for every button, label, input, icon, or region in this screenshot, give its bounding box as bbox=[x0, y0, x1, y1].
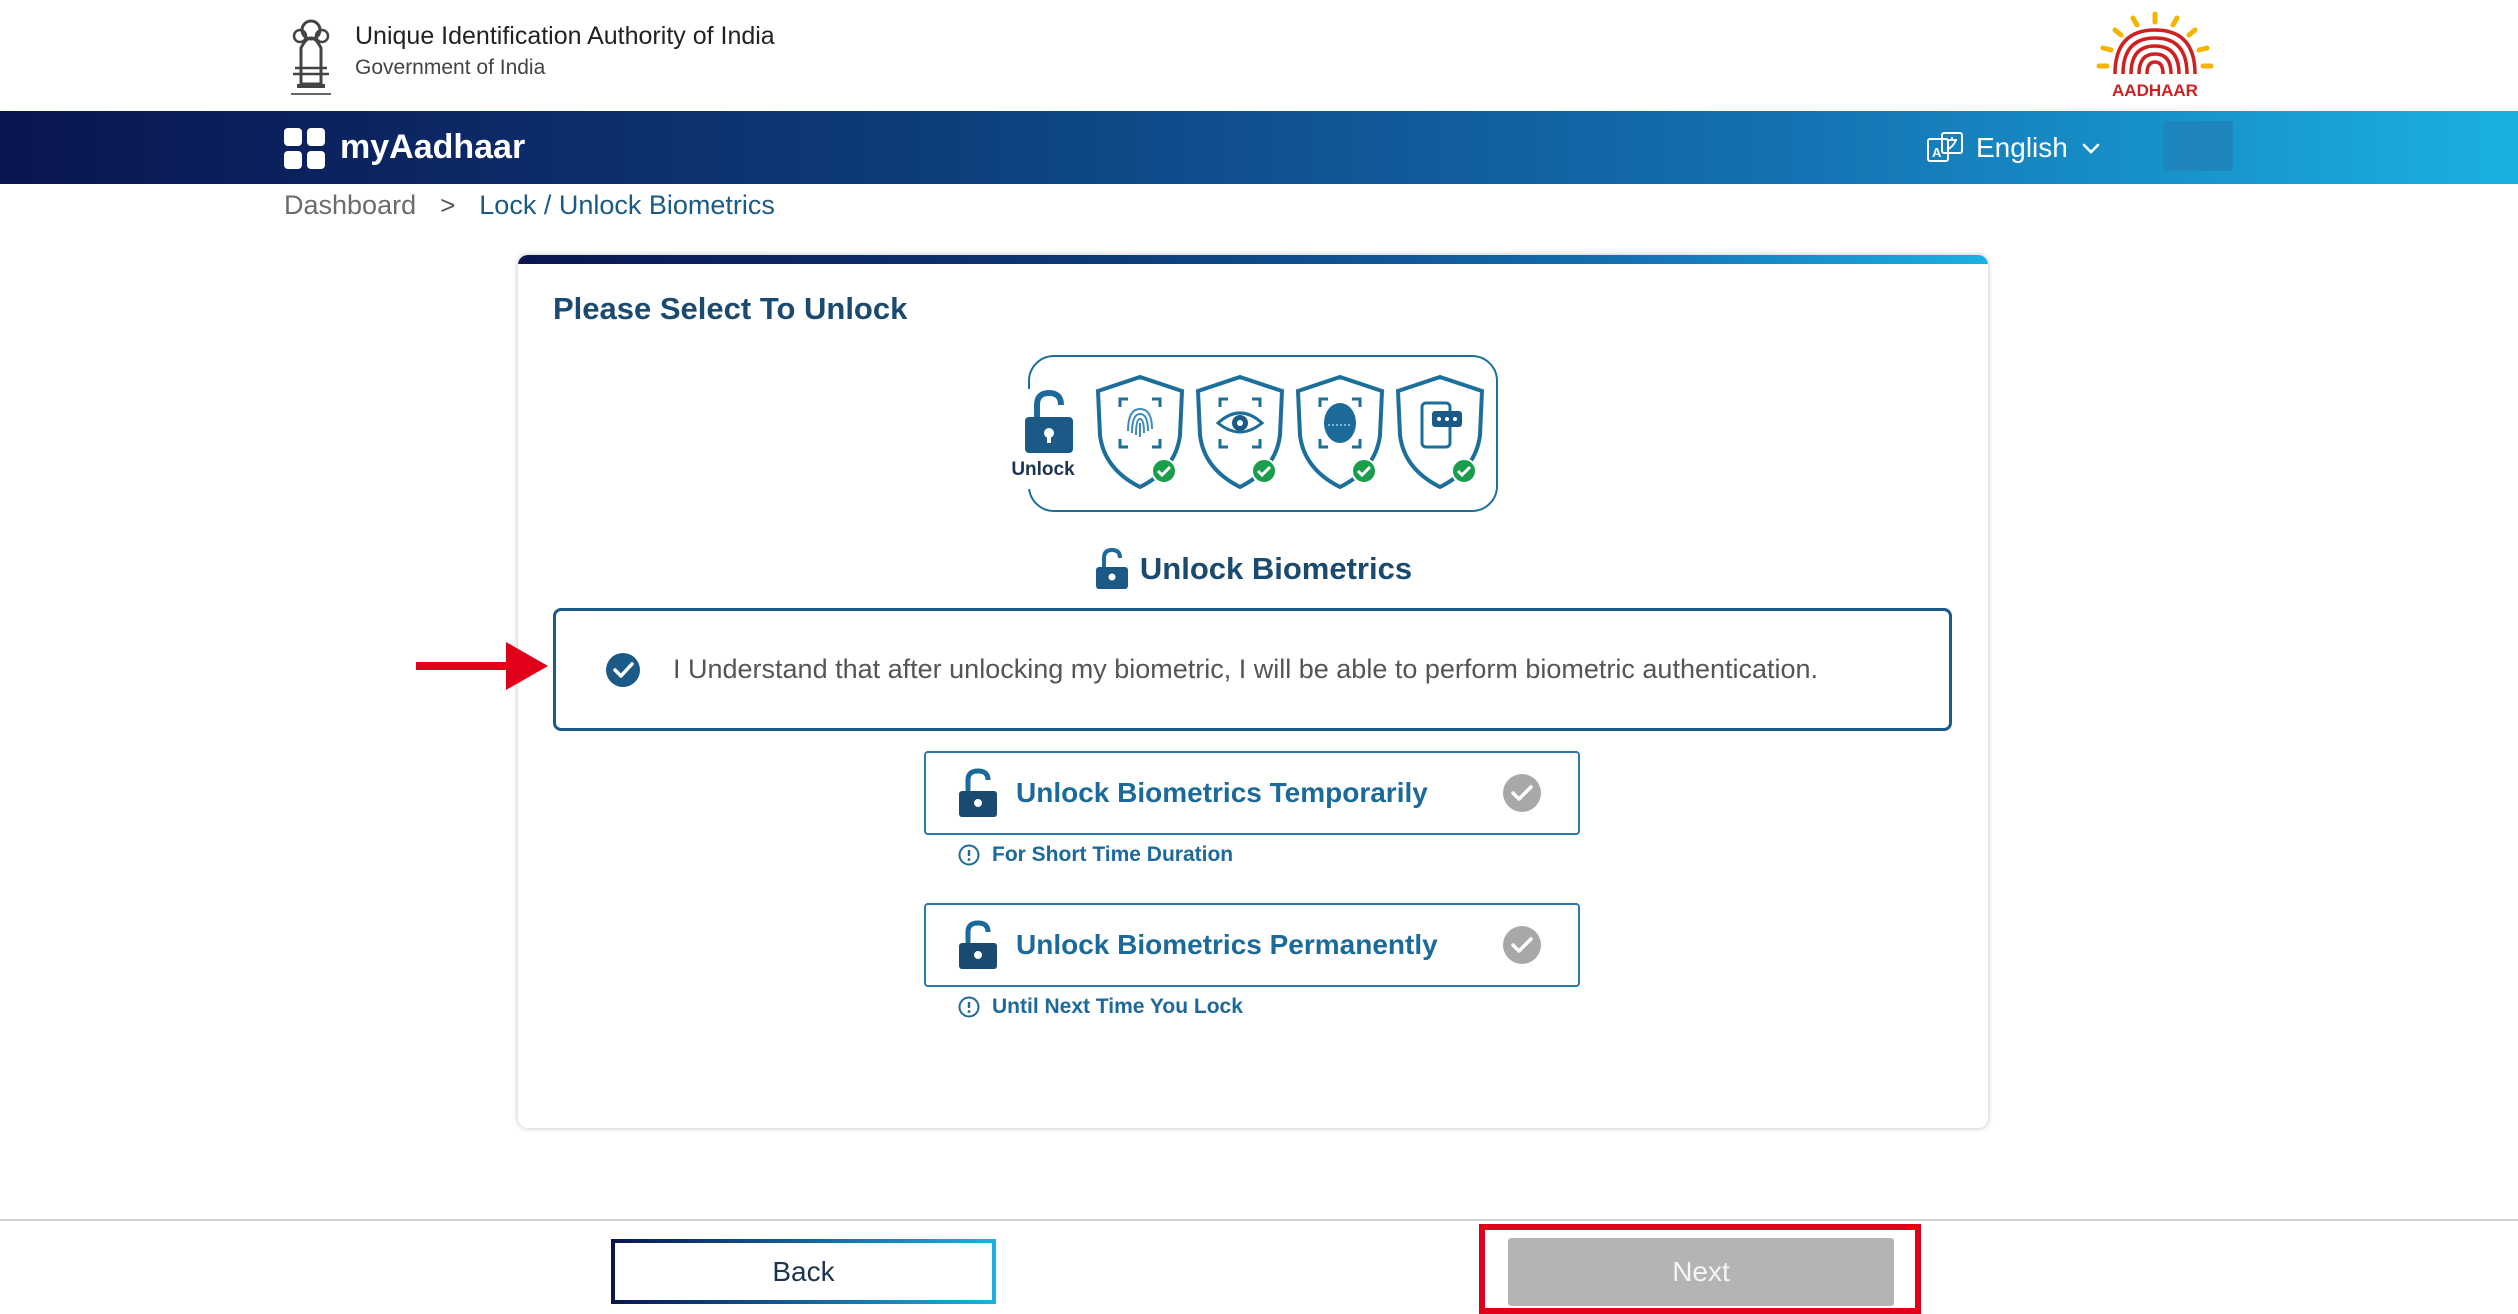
option-hint-text: Until Next Time You Lock bbox=[992, 995, 1243, 1018]
option-label: Unlock Biometrics Permanently bbox=[1016, 929, 1438, 960]
language-label: English bbox=[1976, 132, 2068, 163]
org-name: Unique Identification Authority of India bbox=[355, 22, 775, 50]
breadcrumb-current: Lock / Unlock Biometrics bbox=[479, 190, 775, 220]
iris-icon bbox=[1195, 374, 1285, 490]
option-hint-text: For Short Time Duration bbox=[992, 843, 1234, 866]
option-unlock-permanently[interactable]: Unlock Biometrics Permanently bbox=[924, 903, 1580, 987]
section-heading-text: Unlock Biometrics bbox=[1139, 551, 1413, 586]
national-emblem-icon bbox=[291, 19, 331, 95]
info-icon bbox=[958, 844, 980, 866]
check-circle-icon bbox=[1503, 926, 1541, 964]
check-circle-icon bbox=[1503, 774, 1541, 812]
option-hint: For Short Time Duration bbox=[958, 843, 1233, 867]
fingerprint-icon bbox=[1095, 374, 1185, 490]
footer-divider bbox=[0, 1219, 2518, 1221]
card-accent-bar bbox=[518, 255, 1988, 264]
card-title: Please Select To Unlock bbox=[553, 291, 908, 326]
breadcrumb-separator: > bbox=[440, 190, 456, 220]
option-hint: Until Next Time You Lock bbox=[958, 995, 1243, 1019]
section-heading: Unlock Biometrics bbox=[518, 547, 1988, 591]
biometrics-illustration: Unlock bbox=[998, 355, 1518, 515]
unlock-padlock-icon bbox=[959, 920, 997, 969]
profile-avatar[interactable] bbox=[2163, 121, 2233, 171]
navbar: myAadhaar A English bbox=[0, 111, 2518, 184]
illustration-unlock: Unlock bbox=[998, 389, 1088, 489]
option-label: Unlock Biometrics Temporarily bbox=[1016, 777, 1428, 808]
breadcrumb-dashboard[interactable]: Dashboard bbox=[284, 190, 416, 221]
face-icon bbox=[1295, 374, 1385, 490]
breadcrumb: Dashboard > Lock / Unlock Biometrics bbox=[284, 190, 775, 221]
illustration-unlock-label: Unlock bbox=[1011, 459, 1075, 480]
svg-text:A: A bbox=[1932, 145, 1942, 160]
info-icon bbox=[958, 996, 980, 1018]
chevron-down-icon bbox=[2082, 143, 2100, 154]
aadhaar-logo: AADHAAR bbox=[2096, 11, 2214, 100]
language-selector[interactable]: A English bbox=[1926, 129, 2102, 167]
unlock-padlock-icon bbox=[1095, 547, 1128, 589]
apps-grid-icon[interactable] bbox=[284, 128, 326, 170]
aadhaar-logo-text: AADHAAR bbox=[2112, 81, 2198, 100]
back-button[interactable]: Back bbox=[611, 1239, 996, 1304]
next-button[interactable]: Next bbox=[1508, 1238, 1894, 1306]
consent-text: I Understand that after unlocking my bio… bbox=[673, 654, 1819, 684]
consent-checkbox[interactable]: I Understand that after unlocking my bio… bbox=[553, 608, 1952, 731]
org-subtitle: Government of India bbox=[355, 56, 546, 79]
otp-device-icon bbox=[1395, 374, 1485, 490]
unlock-padlock-icon bbox=[959, 768, 997, 817]
check-circle-icon[interactable] bbox=[605, 652, 641, 688]
translate-icon: A bbox=[1927, 132, 1963, 162]
annotation-arrow-icon bbox=[416, 642, 548, 690]
unlock-padlock-icon bbox=[1025, 389, 1073, 453]
gov-header: Unique Identification Authority of India… bbox=[0, 0, 2518, 111]
option-unlock-temporarily[interactable]: Unlock Biometrics Temporarily bbox=[924, 751, 1580, 835]
unlock-card: Please Select To Unlock Unlock Unlock Bi… bbox=[518, 255, 1988, 1128]
brand-title[interactable]: myAadhaar bbox=[340, 128, 525, 167]
